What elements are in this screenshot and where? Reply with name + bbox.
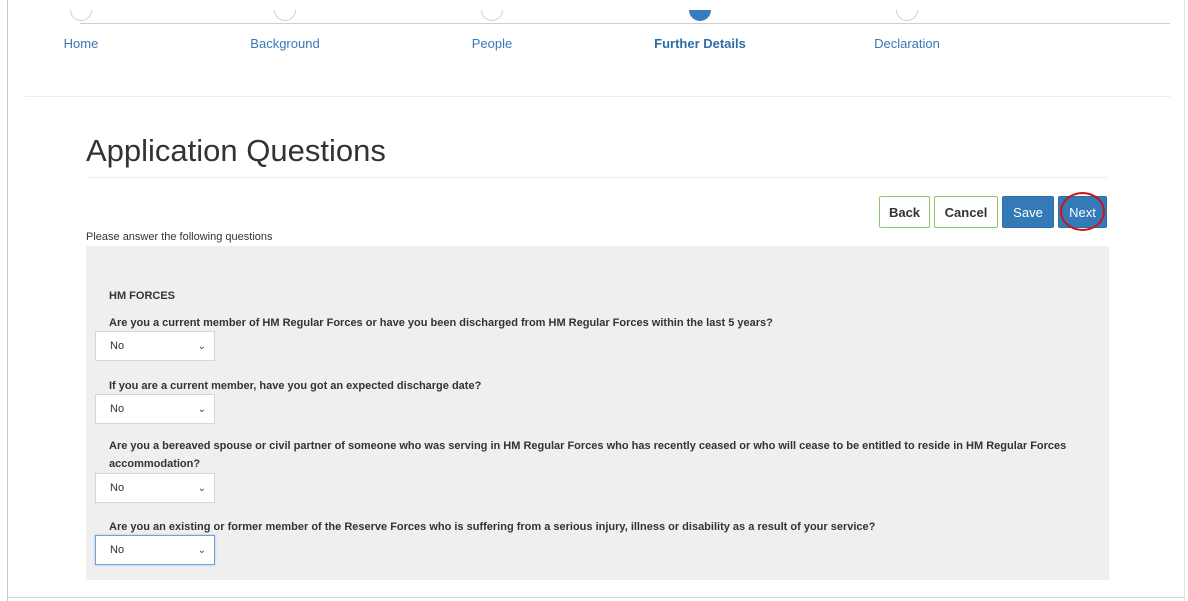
progress-stepper: Home Background People Further Details D… xyxy=(0,0,1188,60)
chevron-down-icon: ⌄ xyxy=(197,403,206,415)
form-intro-text: Please answer the following questions xyxy=(86,231,273,243)
page-title: Application Questions xyxy=(86,133,386,168)
step-marker-declaration xyxy=(896,10,920,23)
question-2-value: No xyxy=(110,403,125,415)
back-button[interactable]: Back xyxy=(879,196,930,228)
step-people[interactable]: People xyxy=(472,36,512,51)
step-marker-people xyxy=(481,10,505,23)
save-button[interactable]: Save xyxy=(1002,196,1054,228)
question-2-select[interactable]: No ⌄ xyxy=(95,394,215,424)
question-3-select[interactable]: No ⌄ xyxy=(95,473,215,503)
step-marker-home xyxy=(70,10,94,23)
next-button[interactable]: Next xyxy=(1058,196,1107,228)
step-marker-background xyxy=(274,10,298,23)
step-further-details[interactable]: Further Details xyxy=(654,36,746,51)
chevron-down-icon: ⌄ xyxy=(197,544,206,556)
window-frame-bottom xyxy=(7,597,1185,598)
question-2-text: If you are a current member, have you go… xyxy=(109,380,482,392)
step-home[interactable]: Home xyxy=(64,36,99,51)
question-4-value: No xyxy=(110,544,125,556)
stepper-track xyxy=(80,23,1170,24)
question-3-text: Are you a bereaved spouse or civil partn… xyxy=(109,440,1067,470)
step-background[interactable]: Background xyxy=(250,36,319,51)
question-1-text: Are you a current member of HM Regular F… xyxy=(109,317,773,329)
step-declaration[interactable]: Declaration xyxy=(874,36,940,51)
question-1-value: No xyxy=(110,340,125,352)
step-marker-further-details xyxy=(689,10,713,23)
title-divider xyxy=(86,177,1108,178)
window-frame-left xyxy=(7,0,8,601)
question-4-text: Are you an existing or former member of … xyxy=(109,521,876,533)
question-3-value: No xyxy=(110,482,125,494)
chevron-down-icon: ⌄ xyxy=(197,340,206,352)
section-heading: HM FORCES xyxy=(109,290,175,302)
header-divider xyxy=(25,96,1170,97)
question-4-select[interactable]: No ⌄ xyxy=(95,535,215,565)
window-frame-right xyxy=(1184,0,1185,601)
question-1-select[interactable]: No ⌄ xyxy=(95,331,215,361)
chevron-down-icon: ⌄ xyxy=(197,482,206,494)
cancel-button[interactable]: Cancel xyxy=(934,196,998,228)
